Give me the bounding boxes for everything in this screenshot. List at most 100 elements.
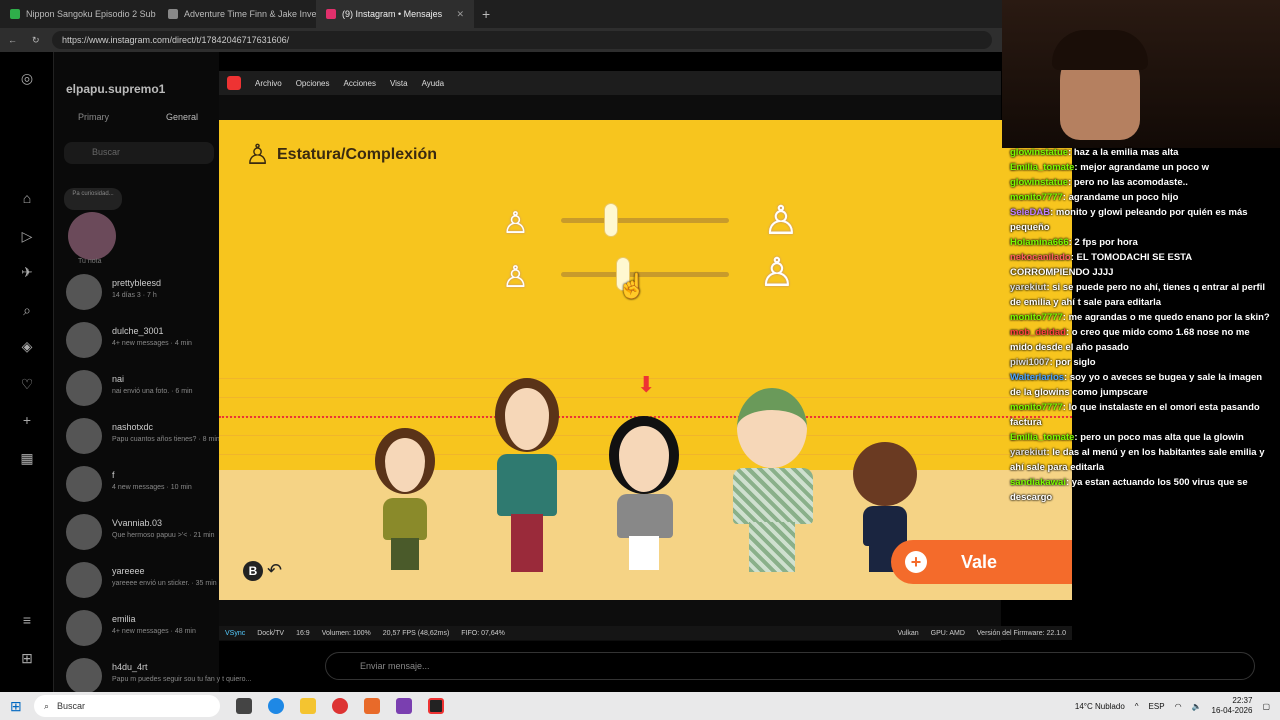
chat-username[interactable]: piwi1007 [1010, 357, 1050, 368]
selected-arrow-icon: ⬇ [637, 372, 656, 397]
chat-username[interactable]: Emilia_tomate [1010, 432, 1074, 443]
account-name[interactable]: elpapu.supremo1 [66, 82, 165, 96]
conversation-item[interactable]: dulche_3001 4+ new messages · 4 min [66, 320, 216, 360]
conversation-item[interactable]: Vvanniab.03 Que hermoso papuu >'< · 21 mi… [66, 512, 216, 552]
mii-character-selected[interactable] [603, 416, 687, 572]
chat-username[interactable]: glowinstatue [1010, 147, 1068, 158]
url-field[interactable]: https://www.instagram.com/direct/t/17842… [52, 31, 992, 49]
emulator-taskbar-icon[interactable] [428, 698, 444, 714]
conversation-item[interactable]: nai nai envió una foto. · 6 min [66, 368, 216, 408]
obs-icon[interactable] [396, 698, 412, 714]
chat-message: Holamina666: 2 fps por hora [1002, 235, 1280, 250]
create-icon[interactable]: + [19, 412, 35, 428]
volume-icon[interactable]: 🔈 [1192, 702, 1202, 711]
back-icon[interactable]: ← [8, 35, 17, 45]
reels-icon[interactable]: ▷ [19, 228, 35, 244]
system-tray: 14°C Nublado ^ ESP ◠ 🔈 22:37 16-04-2026 ▢ [1075, 696, 1280, 716]
notifications-icon[interactable]: ▢ [1262, 702, 1270, 711]
chat-username[interactable]: monito7777 [1010, 312, 1063, 323]
file-explorer-icon[interactable] [300, 698, 316, 714]
volume-status[interactable]: Volumen: 100% [316, 630, 377, 637]
avatar [66, 562, 102, 598]
vsync-status[interactable]: VSync [219, 630, 251, 637]
tab-adventure-time[interactable]: Adventure Time Finn & Jake Inve✕ [158, 0, 316, 28]
menu-icon[interactable]: ≡ [19, 612, 35, 628]
conversation-item[interactable]: yareeee yareeee envió un sticker. · 35 mi… [66, 560, 217, 600]
conversation-preview: 4 new messages · 10 min [112, 484, 192, 491]
clock-date[interactable]: 16-04-2026 [1212, 706, 1253, 715]
conversation-name: f [112, 470, 115, 480]
chat-username[interactable]: Emilia_tomate [1010, 162, 1074, 173]
search-input[interactable]: Buscar [64, 142, 214, 164]
height-slider[interactable] [561, 203, 729, 237]
tab-nippon[interactable]: Nippon Sangoku Episodio 2 Sub E✕ [0, 0, 158, 28]
menu-acciones[interactable]: Acciones [343, 79, 375, 88]
wifi-icon[interactable]: ◠ [1175, 702, 1182, 711]
apps-icon[interactable]: ⊞ [19, 650, 35, 666]
close-icon[interactable]: ✕ [456, 9, 464, 20]
edge-icon[interactable] [268, 698, 284, 714]
menu-ayuda[interactable]: Ayuda [422, 79, 445, 88]
search-icon[interactable]: ⌕ [19, 302, 35, 318]
windows-start-icon[interactable]: ⊞ [10, 698, 22, 715]
explore-icon[interactable]: ◈ [19, 338, 35, 354]
opera-icon[interactable] [332, 698, 348, 714]
conversation-name: h4du_4rt [112, 662, 148, 672]
chat-username[interactable]: yarekiut [1010, 282, 1046, 293]
chat-message: Emilia_tomate: pero un poco mas alta que… [1002, 430, 1280, 445]
conversation-name: nai [112, 374, 125, 384]
tab-instagram[interactable]: (9) Instagram • Mensajes ✕ [316, 0, 474, 28]
tab-primary[interactable]: Primary [78, 112, 109, 122]
conversation-item[interactable]: nashotxdc Papu cuantos años tienes? · 8 m… [66, 416, 220, 456]
chat-username[interactable]: Walterlarios [1010, 372, 1064, 383]
weather-widget[interactable]: 14°C Nublado [1075, 702, 1125, 711]
conversation-item[interactable]: prettybleesd 14 días 3 · 7 h [66, 272, 216, 312]
avatar [66, 658, 102, 694]
avatar [66, 514, 102, 550]
tab-general[interactable]: General [166, 112, 198, 122]
chat-username[interactable]: SeleDAB [1010, 207, 1050, 218]
chat-username[interactable]: Holamina666 [1010, 237, 1069, 248]
clock-time[interactable]: 22:37 [1232, 696, 1252, 705]
chat-username[interactable]: monito7777 [1010, 402, 1063, 413]
mii-character[interactable] [487, 378, 567, 572]
messages-icon[interactable]: ✈ [19, 264, 35, 280]
conversation-item[interactable]: f 4 new messages · 10 min [66, 464, 216, 504]
menu-vista[interactable]: Vista [390, 79, 408, 88]
chat-username[interactable]: sandiakawai [1010, 477, 1066, 488]
chat-text: : pero no las acomodaste.. [1068, 177, 1188, 188]
chat-username[interactable]: yarekiut [1010, 447, 1046, 458]
home-icon[interactable]: ⌂ [19, 190, 35, 206]
conversation-name: nashotxdc [112, 422, 154, 432]
dashboard-icon[interactable]: ▦ [19, 450, 35, 466]
chat-username[interactable]: monito7777 [1010, 192, 1063, 203]
conversation-name: dulche_3001 [112, 326, 164, 336]
chat-username[interactable]: glowinstatue [1010, 177, 1068, 188]
reload-icon[interactable]: ↻ [32, 35, 40, 46]
aspect-ratio-status[interactable]: 16:9 [290, 630, 316, 637]
back-button[interactable]: B ↶ [243, 560, 282, 581]
chat-username[interactable]: mob_deidad [1010, 327, 1066, 338]
taskbar-search[interactable]: ⌕ Buscar [34, 695, 220, 717]
mii-character[interactable] [365, 420, 445, 570]
conversation-item[interactable]: emilia 4+ new messages · 48 min [66, 608, 216, 648]
conversation-item[interactable]: h4du_4rt Papu m puedes seguir sou tu fan … [66, 656, 251, 696]
height-slider-knob[interactable] [604, 203, 619, 237]
instagram-logo-icon[interactable]: ◎ [19, 70, 35, 86]
chat-message: yarekiut: si se puede pero no ahí, tiene… [1002, 280, 1280, 310]
thin-person-icon: ♙ [502, 261, 529, 294]
chevron-up-icon[interactable]: ^ [1135, 702, 1139, 711]
menu-archivo[interactable]: Archivo [255, 79, 282, 88]
renderer-status: Vulkan [897, 629, 919, 637]
menu-opciones[interactable]: Opciones [296, 79, 330, 88]
task-view-icon[interactable] [236, 698, 252, 714]
chat-username[interactable]: nekocanilado [1010, 252, 1071, 263]
microphone-app-icon[interactable] [364, 698, 380, 714]
heart-icon[interactable]: ♡ [19, 376, 35, 392]
language-indicator[interactable]: ESP [1149, 702, 1165, 711]
message-input[interactable]: Enviar mensaje... [325, 652, 1255, 680]
avatar[interactable] [68, 212, 116, 260]
mii-character[interactable] [725, 388, 821, 572]
new-tab-icon[interactable]: + [482, 6, 490, 22]
dock-mode-status[interactable]: Dock/TV [251, 630, 290, 637]
